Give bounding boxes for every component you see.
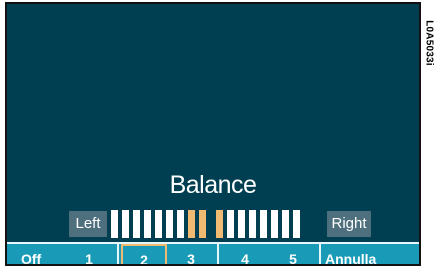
balance-segment (271, 210, 278, 238)
softkey-off[interactable]: Off (15, 244, 59, 264)
balance-segment (188, 210, 195, 238)
display-screen: Balance Left Right Off 1 2 3 4 5 Annulla (5, 2, 421, 266)
balance-segment (155, 210, 162, 238)
balance-segment (293, 210, 300, 238)
screen-title: Balance (169, 171, 257, 199)
figure-code: L0A5033i (422, 6, 436, 80)
softkey-3[interactable]: 3 (171, 244, 211, 264)
softkey-4[interactable]: 4 (225, 244, 265, 264)
balance-segment (260, 210, 267, 238)
balance-segment (227, 210, 234, 238)
balance-segment (133, 210, 140, 238)
left-label: Left (69, 211, 107, 237)
softkey-divider (117, 244, 119, 264)
balance-segment (249, 210, 256, 238)
balance-segment (166, 210, 173, 238)
softkey-annulla[interactable]: Annulla (323, 244, 393, 264)
balance-segment (144, 210, 151, 238)
softkey-divider (319, 244, 321, 264)
balance-segment (238, 210, 245, 238)
balance-segment (282, 210, 289, 238)
softkey-2[interactable]: 2 (121, 244, 167, 264)
right-label: Right (327, 211, 371, 237)
softkey-divider (217, 244, 219, 264)
balance-segment (177, 210, 184, 238)
softkey-1[interactable]: 1 (69, 244, 109, 264)
softkey-bar: Off 1 2 3 4 5 Annulla (7, 242, 419, 264)
balance-bar[interactable] (111, 210, 321, 238)
balance-segment (199, 210, 206, 238)
balance-segment (122, 210, 129, 238)
softkey-5[interactable]: 5 (273, 244, 313, 264)
balance-segment (111, 210, 118, 238)
figure-code-text: L0A5033i (423, 20, 435, 66)
balance-segment (216, 210, 223, 238)
